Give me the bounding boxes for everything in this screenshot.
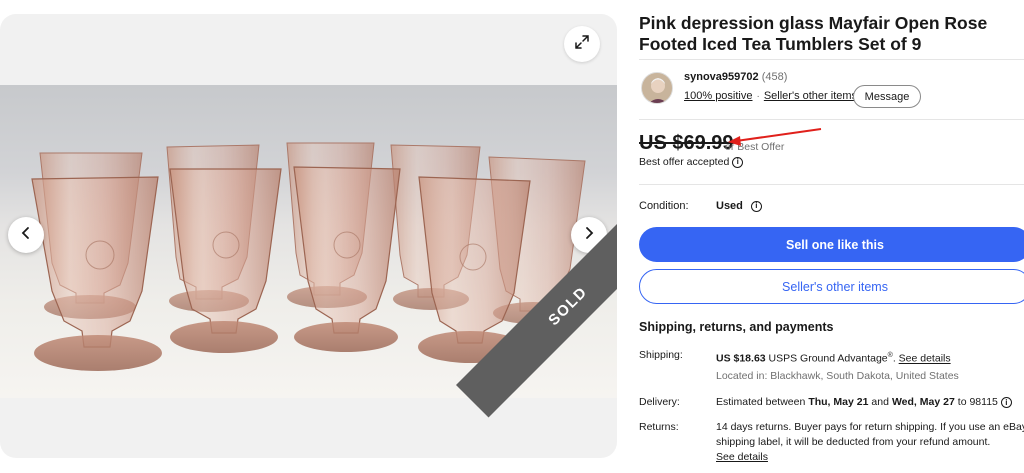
- expand-button[interactable]: [564, 26, 600, 62]
- registered-mark: ®: [887, 352, 893, 359]
- condition-text: Used: [716, 200, 743, 212]
- condition-label: Condition:: [639, 200, 689, 212]
- seller-feedback-count: (458): [761, 71, 788, 83]
- best-offer-label: or Best Offer: [725, 141, 785, 153]
- best-offer-accepted: Best offer accepted i: [639, 156, 744, 168]
- shipping-cost: US $18.63: [716, 352, 766, 365]
- shipping-see-details-link[interactable]: See details: [899, 353, 951, 365]
- seller-avatar[interactable]: [641, 72, 673, 104]
- returns-line-1: 14 days returns. Buyer pays for return s…: [716, 421, 1024, 433]
- seller-name[interactable]: synova959702: [684, 71, 759, 83]
- delivery-end: Wed, May 27: [891, 396, 955, 408]
- chevron-left-icon: [19, 226, 33, 245]
- previous-image-button[interactable]: [8, 217, 44, 253]
- seller-other-items-link[interactable]: Seller's other items: [764, 90, 857, 102]
- separator-dot: ·: [756, 90, 760, 102]
- condition-value: Used i: [716, 200, 762, 212]
- returns-label: Returns:: [639, 421, 679, 433]
- shipping-heading: Shipping, returns, and payments: [639, 320, 834, 334]
- seller-info[interactable]: synova959702 (458): [684, 71, 787, 83]
- returns-see-details-link[interactable]: See details: [716, 451, 768, 463]
- delivery-label: Delivery:: [639, 396, 680, 408]
- seller-positive-link[interactable]: 100% positive: [684, 90, 753, 102]
- chevron-right-icon: [582, 226, 596, 245]
- delivery-prefix: Estimated between: [716, 396, 806, 408]
- item-title: Pink depression glass Mayfair Open Rose …: [639, 13, 988, 54]
- delivery-destination: to 98115: [957, 396, 998, 408]
- returns-value: 14 days returns. Buyer pays for return s…: [716, 420, 1024, 465]
- info-icon[interactable]: i: [750, 200, 762, 212]
- best-offer-accepted-text: Best offer accepted: [639, 156, 730, 168]
- seller-links: 100% positive · Seller's other items ·: [684, 90, 864, 102]
- divider: [639, 59, 1024, 60]
- message-button[interactable]: Message: [853, 85, 921, 108]
- image-gallery: SOLD: [0, 14, 617, 458]
- delivery-value: Estimated between Thu, May 21 and Wed, M…: [716, 395, 1012, 410]
- divider: [639, 119, 1024, 120]
- info-icon[interactable]: i: [1000, 397, 1012, 408]
- sell-one-like-this-button[interactable]: Sell one like this: [639, 227, 1024, 262]
- delivery-start: Thu, May 21: [808, 396, 869, 408]
- expand-icon: [574, 34, 590, 55]
- shipping-service: USPS Ground Advantage: [768, 352, 888, 365]
- shipping-value: US $18.63 USPS Ground Advantage®. See de…: [716, 352, 951, 365]
- item-price: US $69.99: [639, 132, 734, 154]
- item-location: Located in: Blackhawk, South Dakota, Uni…: [716, 370, 959, 382]
- shipping-label: Shipping:: [639, 349, 683, 361]
- info-icon[interactable]: i: [732, 156, 744, 168]
- divider: [639, 184, 1024, 185]
- returns-line-2: shipping label, it will be deducted from…: [716, 436, 991, 448]
- delivery-and: and: [871, 396, 889, 408]
- seller-other-items-button[interactable]: Seller's other items: [639, 269, 1024, 304]
